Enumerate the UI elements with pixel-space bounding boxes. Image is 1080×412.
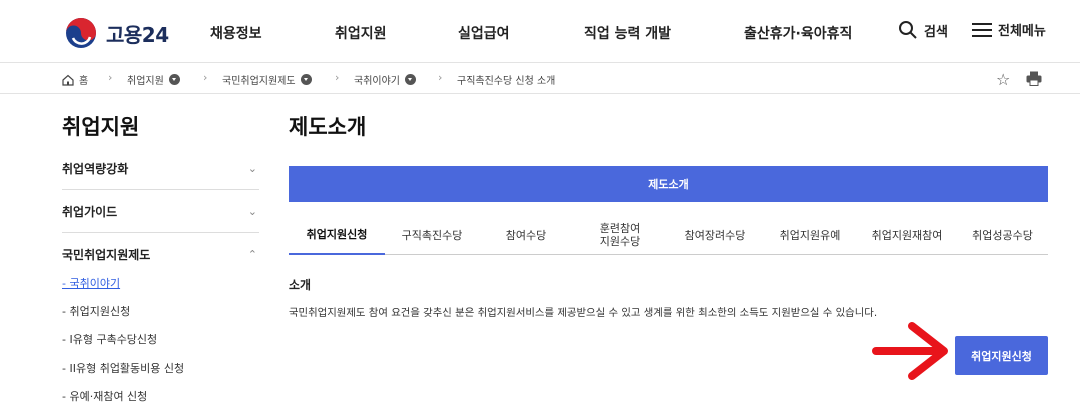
chevron-right-icon: › — [108, 71, 113, 84]
dropdown-icon[interactable] — [300, 74, 312, 85]
search-label: 검색 — [924, 24, 948, 40]
star-icon[interactable]: ☆ — [996, 70, 1010, 89]
chevron-right-icon: › — [438, 71, 443, 84]
page-title: 제도소개 — [289, 115, 367, 139]
sidebar-subitem-label: 국취이야기 — [69, 277, 121, 290]
dropdown-icon[interactable] — [405, 74, 416, 85]
tab-deferral[interactable]: 취업지원유예 — [763, 215, 857, 255]
hamburger-menu-icon — [972, 22, 992, 37]
home-icon — [62, 74, 74, 86]
logo-text: 고용24 — [106, 22, 169, 47]
tab-success-allowance[interactable]: 취업성공수당 — [957, 215, 1048, 255]
breadcrumb-label: 구직촉진수당 신청 소개 — [457, 76, 556, 87]
breadcrumb-item[interactable]: 취업지원 — [127, 72, 180, 87]
sidebar-section-national-support[interactable]: 국민취업지원제도 ⌃ — [62, 233, 259, 276]
section-banner: 제도소개 — [289, 166, 1048, 202]
search-button[interactable]: 검색 — [898, 20, 948, 40]
sidebar-subitem-label: 취업지원신청 — [69, 305, 131, 318]
sidebar-subitem-deferral[interactable]: - 유예·재참여 신청 — [62, 388, 147, 404]
apply-employment-support-button[interactable]: 취업지원신청 — [955, 336, 1048, 375]
tab-participation-allowance[interactable]: 참여수당 — [479, 215, 573, 255]
chevron-right-icon: › — [203, 71, 208, 84]
sidebar-section-label: 취업가이드 — [62, 204, 118, 219]
sidebar-subitem-type2[interactable]: - II유형 취업활동비용 신청 — [62, 360, 184, 376]
tab-incentive-allowance[interactable]: 참여장려수당 — [667, 215, 763, 255]
breadcrumb-label: 국취이야기 — [354, 76, 400, 87]
sidebar-subitem-label: 유예·재참여 신청 — [69, 390, 148, 403]
breadcrumb-label: 취업지원 — [127, 76, 164, 87]
breadcrumb-current: 구직촉진수당 신청 소개 — [457, 72, 555, 87]
breadcrumb-item[interactable]: 국취이야기 — [354, 72, 416, 87]
breadcrumb-home-label: 홈 — [79, 76, 89, 87]
tab-job-seeking-allowance[interactable]: 구직촉진수당 — [385, 215, 479, 255]
nav-item-employment-support[interactable]: 취업지원 — [335, 23, 387, 43]
tab-training-allowance[interactable]: 훈련참여 지원수당 — [573, 215, 667, 255]
government-emblem-icon — [66, 18, 96, 48]
search-icon — [899, 21, 917, 39]
chevron-down-icon: ⌄ — [247, 204, 257, 218]
chevron-down-icon: ⌄ — [247, 161, 257, 175]
sidebar-title: 취업지원 — [62, 115, 140, 139]
sidebar-section-guide[interactable]: 취업가이드 ⌄ — [62, 190, 259, 233]
sidebar-section-label: 국민취업지원제도 — [62, 248, 151, 262]
nav-item-vocational-training[interactable]: 직업 능력 개발 — [584, 23, 671, 43]
chevron-up-icon: ⌃ — [247, 248, 257, 261]
sidebar-subitem-apply[interactable]: - 취업지원신청 — [62, 303, 130, 319]
breadcrumb-home[interactable]: 홈 — [62, 72, 88, 87]
all-menu-label: 전체메뉴 — [998, 24, 1046, 39]
sidebar-section-capacity[interactable]: 취업역량강화 ⌄ — [62, 147, 259, 190]
breadcrumb-label: 국민취업지원제도 — [222, 76, 296, 87]
site-logo[interactable]: 고용24 — [64, 16, 169, 50]
breadcrumb-item[interactable]: 국민취업지원제도 — [222, 72, 312, 87]
tab-rejoin[interactable]: 취업지원재참여 — [857, 215, 957, 255]
tab-bar: 취업지원신청 구직촉진수당 참여수당 훈련참여 지원수당 참여장려수당 취업지원… — [289, 215, 1048, 255]
intro-heading: 소개 — [289, 278, 312, 292]
site-header: 고용24 채용정보 취업지원 실업급여 직업 능력 개발 출산휴가·육아휴직 검… — [0, 0, 1080, 63]
sidebar-subitem-story[interactable]: - 국취이야기 — [62, 275, 120, 291]
sidebar-subitem-label: I유형 구촉수당신청 — [69, 333, 158, 346]
print-icon[interactable] — [1026, 71, 1042, 86]
sidebar-section-label: 취업역량강화 — [62, 161, 129, 176]
nav-item-parental-leave[interactable]: 출산휴가·육아휴직 — [744, 23, 852, 43]
nav-item-unemployment-benefit[interactable]: 실업급여 — [458, 23, 510, 43]
nav-item-jobs[interactable]: 채용정보 — [210, 23, 262, 43]
red-arrow-annotation-icon — [872, 322, 948, 380]
intro-text: 국민취업지원제도 참여 요건을 갖추신 분은 취업지원서비스를 제공받으실 수 … — [289, 307, 878, 319]
all-menu-button[interactable]: 전체메뉴 — [972, 20, 1046, 39]
dropdown-icon[interactable] — [168, 74, 180, 85]
sidebar-subitem-type1[interactable]: - I유형 구촉수당신청 — [62, 331, 157, 347]
chevron-right-icon: › — [335, 71, 340, 84]
breadcrumb: 홈 › 취업지원 › 국민취업지원제도 › 국취이야기 › 구직촉진수당 신청 … — [0, 63, 1080, 94]
tab-apply[interactable]: 취업지원신청 — [289, 215, 385, 255]
sidebar-subitem-label: II유형 취업활동비용 신청 — [69, 362, 185, 375]
